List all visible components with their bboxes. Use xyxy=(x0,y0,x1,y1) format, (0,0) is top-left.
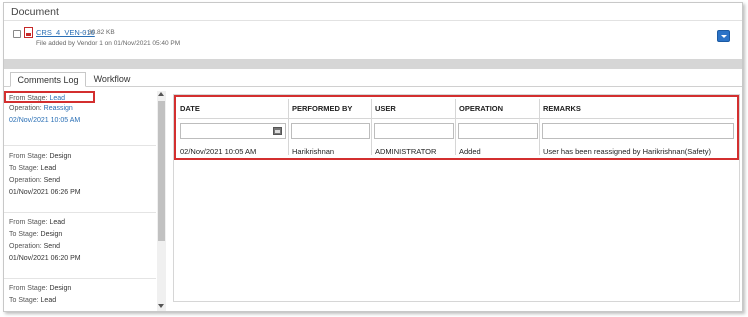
log-from-stage-value: Design xyxy=(49,153,72,160)
log-to-stage-label: To Stage: xyxy=(9,165,39,172)
scroll-up-arrow-icon[interactable] xyxy=(158,92,164,96)
log-to-stage-value: Design xyxy=(40,231,63,238)
log-operation-label: Operation: xyxy=(9,105,42,112)
log-date: 01/Nov/2021 06:26 PM xyxy=(9,189,81,196)
log-to-stage-value: Lead xyxy=(40,297,57,304)
tab-comments-log[interactable]: Comments Log xyxy=(10,72,86,87)
document-file-size: - 30.82 KB xyxy=(84,29,115,36)
log-operation-label: Operation: xyxy=(9,243,42,250)
log-from-stage-value: Lead xyxy=(49,219,66,226)
document-section-header: Document xyxy=(4,3,742,21)
tab-workflow[interactable]: Workflow xyxy=(90,72,134,87)
log-from-stage-label: From Stage: xyxy=(9,219,48,226)
log-entry[interactable]: From Stage: Design To Stage: Lead xyxy=(4,279,156,311)
document-select-checkbox[interactable] xyxy=(13,30,21,38)
log-from-stage-value: Design xyxy=(49,285,72,292)
selected-entry-highlight xyxy=(4,91,95,103)
document-row: CRS_4_VEN-016 - 30.82 KB File added by V… xyxy=(4,21,742,59)
document-actions-dropdown-button[interactable] xyxy=(717,30,730,42)
tab-bar: Comments Log Workflow xyxy=(4,71,742,87)
comment-details-grid: DATE PERFORMED BY USER OPERATION REMARKS… xyxy=(173,94,740,302)
log-date: 02/Nov/2021 10:05 AM xyxy=(9,117,81,124)
log-entry[interactable]: From Stage: Design To Stage: Lead Operat… xyxy=(4,147,156,213)
log-operation-value: Reassign xyxy=(43,105,73,112)
log-to-stage-label: To Stage: xyxy=(9,231,39,238)
scrollbar-thumb[interactable] xyxy=(158,101,165,241)
log-operation-value: Send xyxy=(43,177,60,184)
log-operation-value: Send xyxy=(43,243,60,250)
log-from-stage-label: From Stage: xyxy=(9,153,48,160)
comments-log-list: From Stage: Lead Operation: Reassign 02/… xyxy=(4,89,170,311)
log-date: 01/Nov/2021 06:20 PM xyxy=(9,255,81,262)
grid-highlight-box xyxy=(174,95,739,160)
log-to-stage-value: Lead xyxy=(40,165,57,172)
log-entry[interactable]: From Stage: Lead Operation: Reassign 02/… xyxy=(4,91,156,146)
comments-log-scrollbar[interactable] xyxy=(157,91,166,311)
scroll-down-arrow-icon[interactable] xyxy=(158,304,164,308)
log-from-stage-label: From Stage: xyxy=(9,285,48,292)
log-operation-label: Operation: xyxy=(9,177,42,184)
log-entry[interactable]: From Stage: Lead To Stage: Design Operat… xyxy=(4,213,156,279)
pdf-file-icon xyxy=(24,27,33,38)
section-divider xyxy=(4,59,742,69)
document-details-panel: Document CRS_4_VEN-016 - 30.82 KB File a… xyxy=(3,2,743,312)
document-section-title: Document xyxy=(11,6,59,18)
document-file-meta: File added by Vendor 1 on 01/Nov/2021 05… xyxy=(36,40,181,47)
log-to-stage-label: To Stage: xyxy=(9,297,39,304)
